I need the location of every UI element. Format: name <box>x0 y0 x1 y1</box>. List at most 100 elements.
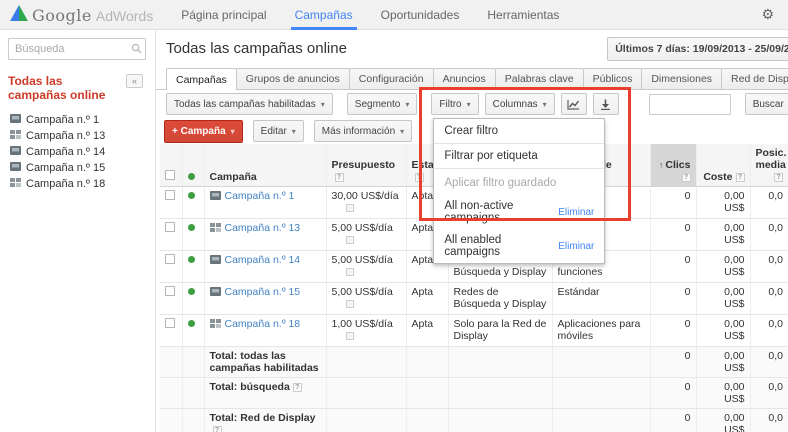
tab-bar: Campañas Grupos de anuncios Configuració… <box>156 66 788 90</box>
tab-palabras-clave[interactable]: Palabras clave <box>494 68 584 89</box>
chart-button[interactable] <box>560 93 587 115</box>
row-checkbox[interactable] <box>165 190 175 200</box>
campaign-search-display-icon <box>10 162 21 174</box>
shared-budget-icon <box>345 236 354 244</box>
tab-red-de-display[interactable]: Red de Display <box>721 68 788 89</box>
sidebar-search-input[interactable] <box>8 38 146 60</box>
row-checkbox[interactable] <box>165 286 175 296</box>
campaign-search-display-icon <box>10 114 21 126</box>
row-checkbox[interactable] <box>165 318 175 328</box>
filter-dropdown-menu: Crear filtro Filtrar por etiqueta Aplica… <box>433 118 606 264</box>
tab-campanas[interactable]: Campañas <box>166 68 237 90</box>
gear-icon[interactable]: ⚙ <box>761 7 774 23</box>
nav-herramientas[interactable]: Herramientas <box>473 0 573 30</box>
campaign-display-grid-icon <box>10 130 21 142</box>
details-button[interactable]: Más información <box>313 120 413 142</box>
col-header-posic-media[interactable]: Posic. media <box>750 144 788 187</box>
brand-google: Google <box>32 5 92 25</box>
download-button[interactable] <box>592 93 619 115</box>
adwords-triangle-icon <box>10 4 28 24</box>
shared-budget-icon <box>345 300 354 308</box>
total-row-enabled: Total: todas las campañas habilitadas 0 … <box>160 346 788 378</box>
shared-budget-icon <box>345 204 354 212</box>
status-dot-icon <box>187 173 195 180</box>
campaign-search-display-icon <box>209 191 221 203</box>
help-icon[interactable] <box>292 383 302 392</box>
campaign-display-grid-icon <box>209 319 221 331</box>
campaign-link[interactable]: Campaña n.º 18 <box>225 318 301 330</box>
status-enabled-icon <box>187 224 195 231</box>
status-enabled-icon <box>187 320 195 327</box>
nav-campanas[interactable]: Campañas <box>281 0 367 30</box>
col-header-presupuesto[interactable]: Presupuesto <box>326 144 407 187</box>
col-header-campana[interactable]: Campaña <box>204 144 327 187</box>
chevron-down-icon <box>292 126 296 137</box>
chevron-down-icon <box>231 126 235 137</box>
filter-button[interactable]: Filtro <box>431 93 479 115</box>
status-enabled-icon <box>187 288 195 295</box>
help-icon[interactable] <box>212 426 222 432</box>
campaign-link[interactable]: Campaña n.º 15 <box>225 286 301 298</box>
edit-button[interactable]: Editar <box>252 120 304 142</box>
help-icon[interactable] <box>414 173 424 182</box>
menu-item-aplicar-filtro-guardado: Aplicar filtro guardado <box>444 177 557 189</box>
row-checkbox[interactable] <box>165 222 175 232</box>
tab-grupos-de-anuncios[interactable]: Grupos de anuncios <box>235 68 350 89</box>
date-range-button[interactable]: Últimos 7 días: 19/09/2013 - 25/09/2013 <box>607 36 788 61</box>
col-header-coste[interactable]: Coste <box>696 144 751 187</box>
status-enabled-icon <box>187 192 195 199</box>
menu-item-filtrar-por-etiqueta[interactable]: Filtrar por etiqueta <box>434 144 604 168</box>
google-adwords-logo[interactable]: Google AdWords <box>0 4 167 25</box>
col-header-clics[interactable]: Clics <box>650 144 697 187</box>
sidebar-item-campaign-13[interactable]: Campaña n.º 13 <box>8 128 155 144</box>
table-search-input[interactable] <box>648 93 731 115</box>
page-title: Todas las campañas online <box>166 40 347 57</box>
sidebar-item-campaign-15[interactable]: Campaña n.º 15 <box>8 160 155 176</box>
tab-anuncios[interactable]: Anuncios <box>432 68 496 89</box>
download-icon <box>601 99 611 110</box>
segment-button[interactable]: Segmento <box>346 93 418 115</box>
table-row: Campaña n.º 18 1,00 US$/día Apta Solo pa… <box>160 314 788 347</box>
main-nav: Página principal Campañas Oportunidades … <box>167 0 573 30</box>
tab-dimensiones[interactable]: Dimensiones <box>641 68 723 89</box>
chevron-down-icon <box>467 99 471 110</box>
brand-adwords: AdWords <box>95 7 154 24</box>
campaign-link[interactable]: Campaña n.º 14 <box>225 254 301 266</box>
search-submit-button[interactable]: Buscar <box>744 93 788 115</box>
campaign-link[interactable]: Campaña n.º 1 <box>225 190 295 202</box>
columns-button[interactable]: Columnas <box>484 93 555 115</box>
tab-configuracion[interactable]: Configuración <box>348 68 434 89</box>
help-icon[interactable] <box>681 173 691 182</box>
tab-publicos[interactable]: Públicos <box>582 68 643 89</box>
menu-item-crear-filtro[interactable]: Crear filtro <box>434 119 604 143</box>
nav-oportunidades[interactable]: Oportunidades <box>367 0 474 30</box>
help-icon[interactable] <box>334 173 344 182</box>
menu-item-saved-filter[interactable]: All non-active campaigns Eliminar <box>434 195 604 229</box>
menu-item-saved-filter[interactable]: All enabled campaigns Eliminar <box>434 229 604 263</box>
new-campaign-button[interactable]: + Campaña <box>164 119 243 143</box>
campaign-link[interactable]: Campaña n.º 13 <box>225 222 301 234</box>
select-all-checkbox[interactable] <box>165 170 175 180</box>
sidebar-all-campaigns-link[interactable]: Todas las campañas online <box>8 74 124 102</box>
help-icon[interactable] <box>735 173 745 182</box>
campaign-search-display-icon <box>10 146 21 158</box>
chevron-down-icon <box>543 99 547 110</box>
nav-pagina-principal[interactable]: Página principal <box>167 0 280 30</box>
delete-filter-link[interactable]: Eliminar <box>558 207 594 218</box>
help-icon[interactable] <box>774 173 783 182</box>
sidebar-collapse-button[interactable]: « <box>126 74 143 88</box>
status-enabled-icon <box>187 256 195 263</box>
chevron-down-icon <box>405 99 409 110</box>
chevron-down-icon <box>400 126 404 137</box>
view-filter-button[interactable]: Todas las campañas habilitadas <box>166 93 333 115</box>
campaign-search-display-icon <box>209 255 221 267</box>
delete-filter-link[interactable]: Eliminar <box>558 241 594 252</box>
table-row: Campaña n.º 15 5,00 US$/día Apta Redes d… <box>160 282 788 315</box>
sidebar-item-campaign-14[interactable]: Campaña n.º 14 <box>8 144 155 160</box>
sidebar-item-campaign-1[interactable]: Campaña n.º 1 <box>8 112 155 128</box>
shared-budget-icon <box>345 268 354 276</box>
row-checkbox[interactable] <box>165 254 175 264</box>
sidebar-item-campaign-18[interactable]: Campaña n.º 18 <box>8 176 155 192</box>
campaign-display-grid-icon <box>209 223 221 235</box>
total-row-display: Total: Red de Display 0 0,00 US$ 0,0 <box>160 408 788 432</box>
